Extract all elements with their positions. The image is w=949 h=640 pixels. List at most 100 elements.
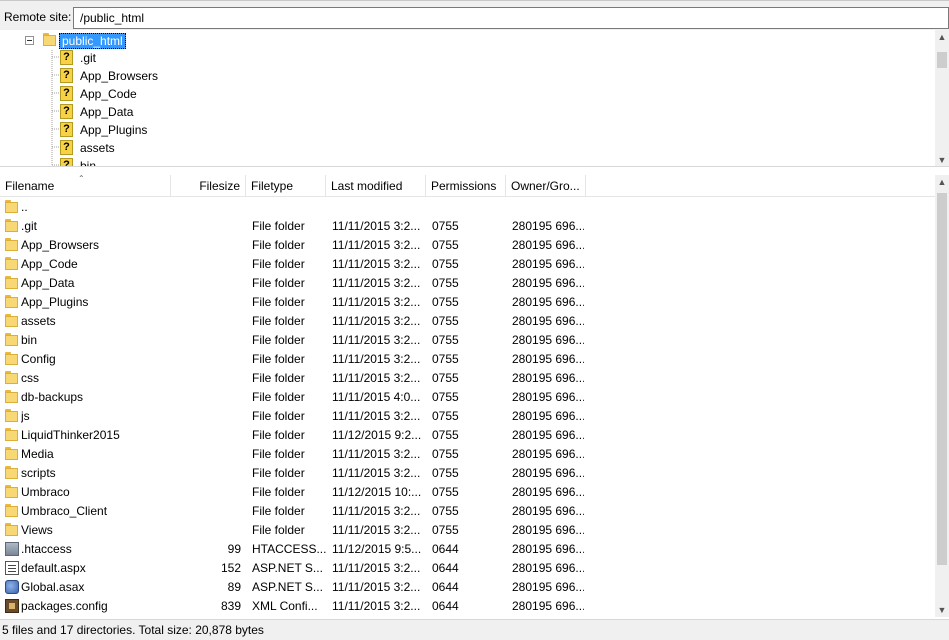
last-modified-cell: 11/11/2015 3:2...: [332, 466, 421, 480]
folder-icon: [5, 409, 19, 423]
folder-icon: [5, 504, 19, 518]
scroll-down-arrow-icon[interactable]: ▼: [935, 603, 949, 617]
column-header-filesize[interactable]: Filesize: [171, 175, 246, 197]
filename-cell: ..: [21, 200, 28, 214]
file-row[interactable]: App_Plugins File folder 11/11/2015 3:2... 0…: [0, 293, 935, 312]
filetype-cell: File folder: [252, 238, 305, 252]
file-row[interactable]: ..: [0, 198, 935, 217]
file-row[interactable]: db-backups File folder 11/11/2015 4:0... 07…: [0, 388, 935, 407]
filename-cell: packages.config: [21, 599, 108, 613]
last-modified-cell: 11/11/2015 3:2...: [332, 561, 421, 575]
remote-file-list[interactable]: .. .git File folder 11/11/2015 3:2... 0755 28…: [0, 198, 935, 617]
last-modified-cell: 11/11/2015 3:2...: [332, 219, 421, 233]
last-modified-cell: 11/12/2015 9:5...: [332, 542, 422, 556]
file-list-header: ⌃ Filename Filesize Filetype Last modifi…: [0, 175, 935, 197]
permissions-cell: 0755: [432, 523, 459, 537]
file-row[interactable]: Global.asax 89 ASP.NET S... 11/11/2015 3:2.…: [0, 578, 935, 597]
folder-icon: [5, 352, 19, 366]
file-row[interactable]: App_Data File folder 11/11/2015 3:2... 0755…: [0, 274, 935, 293]
filesize-cell: 152: [220, 561, 241, 575]
scroll-up-arrow-icon[interactable]: ▲: [935, 175, 949, 189]
file-row[interactable]: Umbraco_Client File folder 11/11/2015 3:2.…: [0, 502, 935, 521]
file-row[interactable]: LiquidThinker2015 File folder 11/12/2015 9…: [0, 426, 935, 445]
owner-group-cell: 280195 696...: [512, 561, 584, 575]
file-row[interactable]: App_Code File folder 11/11/2015 3:2... 0755…: [0, 255, 935, 274]
owner-group-cell: 280195 696...: [512, 238, 584, 252]
last-modified-cell: 11/11/2015 3:2...: [332, 314, 421, 328]
column-header-permissions[interactable]: Permissions: [426, 175, 506, 197]
filesize-cell: 99: [227, 542, 241, 556]
filetype-cell: XML Confi...: [252, 599, 318, 613]
last-modified-cell: 11/11/2015 4:0...: [332, 390, 421, 404]
file-row[interactable]: Views File folder 11/11/2015 3:2... 0755 280…: [0, 521, 935, 540]
scrollbar-thumb[interactable]: [937, 52, 947, 68]
file-row[interactable]: Umbraco File folder 11/12/2015 10:... 0755 2…: [0, 483, 935, 502]
tree-node-label: App_Data: [80, 105, 134, 119]
filetype-cell: File folder: [252, 371, 305, 385]
permissions-cell: 0755: [432, 257, 459, 271]
last-modified-cell: 11/11/2015 3:2...: [332, 371, 421, 385]
filetype-cell: File folder: [252, 409, 305, 423]
filetype-cell: HTACCESS...: [252, 542, 326, 556]
remote-directory-tree[interactable]: public_html ? .git? App_Browsers? App_Code?…: [0, 30, 949, 167]
file-row[interactable]: assets File folder 11/11/2015 3:2... 0755 28…: [0, 312, 935, 331]
filename-cell: Views: [21, 523, 53, 537]
file-row[interactable]: Media File folder 11/11/2015 3:2... 0755 280…: [0, 445, 935, 464]
filename-cell: .git: [21, 219, 38, 233]
file-list-vertical-scrollbar[interactable]: ▲ ▼: [935, 175, 949, 617]
owner-group-cell: 280195 696...: [512, 409, 584, 423]
filename-cell: App_Data: [21, 276, 75, 290]
file-row[interactable]: .git File folder 11/11/2015 3:2... 0755 2801…: [0, 217, 935, 236]
last-modified-cell: 11/11/2015 3:2...: [332, 447, 421, 461]
file-row[interactable]: packages.config 839 XML Confi... 11/11/2015…: [0, 597, 935, 616]
file-row[interactable]: scripts File folder 11/11/2015 3:2... 0755 2…: [0, 464, 935, 483]
status-text: 5 files and 17 directories. Total size: …: [2, 623, 264, 637]
column-header-owner-group[interactable]: Owner/Gro...: [506, 175, 586, 197]
filename-cell: db-backups: [21, 390, 84, 404]
filename-cell: App_Plugins: [21, 295, 89, 309]
filetype-cell: File folder: [252, 333, 305, 347]
owner-group-cell: 280195 696...: [512, 295, 584, 309]
filename-cell: Global.asax: [21, 580, 85, 594]
permissions-cell: 0755: [432, 238, 459, 252]
column-header-filename[interactable]: Filename: [0, 175, 171, 197]
permissions-cell: 0755: [432, 333, 459, 347]
last-modified-cell: 11/12/2015 10:...: [332, 485, 422, 499]
filename-cell: Umbraco: [21, 485, 70, 499]
file-row[interactable]: .htaccess 99 HTACCESS... 11/12/2015 9:5... 0…: [0, 540, 935, 559]
file-row[interactable]: default.aspx 152 ASP.NET S... 11/11/2015 3:…: [0, 559, 935, 578]
unknown-folder-icon: ?: [60, 50, 73, 65]
file-row[interactable]: App_Browsers File folder 11/11/2015 3:2...…: [0, 236, 935, 255]
owner-group-cell: 280195 696...: [512, 523, 584, 537]
last-modified-cell: 11/11/2015 3:2...: [332, 504, 421, 518]
collapse-icon[interactable]: [25, 36, 34, 45]
tree-vertical-scrollbar[interactable]: ▲ ▼: [935, 30, 949, 166]
scrollbar-thumb[interactable]: [937, 193, 947, 565]
scroll-down-arrow-icon[interactable]: ▼: [935, 153, 949, 166]
permissions-cell: 0755: [432, 352, 459, 366]
last-modified-cell: 11/11/2015 3:2...: [332, 257, 421, 271]
tree-node-label-selected[interactable]: public_html: [59, 33, 126, 49]
owner-group-cell: 280195 696...: [512, 352, 584, 366]
filename-cell: Umbraco_Client: [21, 504, 108, 518]
permissions-cell: 0755: [432, 390, 459, 404]
column-header-filetype[interactable]: Filetype: [246, 175, 326, 197]
filesize-cell: 839: [220, 599, 241, 613]
folder-icon: [5, 371, 19, 385]
filetype-cell: File folder: [252, 257, 305, 271]
permissions-cell: 0755: [432, 466, 459, 480]
file-row[interactable]: bin File folder 11/11/2015 3:2... 0755 28019…: [0, 331, 935, 350]
column-header-last-modified[interactable]: Last modified: [326, 175, 426, 197]
tree-node-label: App_Code: [80, 87, 137, 101]
remote-path-input[interactable]: /public_html: [73, 7, 949, 29]
scroll-up-arrow-icon[interactable]: ▲: [935, 30, 949, 44]
filename-cell: Media: [21, 447, 54, 461]
permissions-cell: 0644: [432, 580, 459, 594]
file-row[interactable]: Config File folder 11/11/2015 3:2... 0755 28…: [0, 350, 935, 369]
file-row[interactable]: js File folder 11/11/2015 3:2... 0755 280195…: [0, 407, 935, 426]
last-modified-cell: 11/11/2015 3:2...: [332, 409, 421, 423]
owner-group-cell: 280195 696...: [512, 314, 584, 328]
filetype-cell: File folder: [252, 390, 305, 404]
last-modified-cell: 11/11/2015 3:2...: [332, 352, 421, 366]
file-row[interactable]: css File folder 11/11/2015 3:2... 0755 28019…: [0, 369, 935, 388]
